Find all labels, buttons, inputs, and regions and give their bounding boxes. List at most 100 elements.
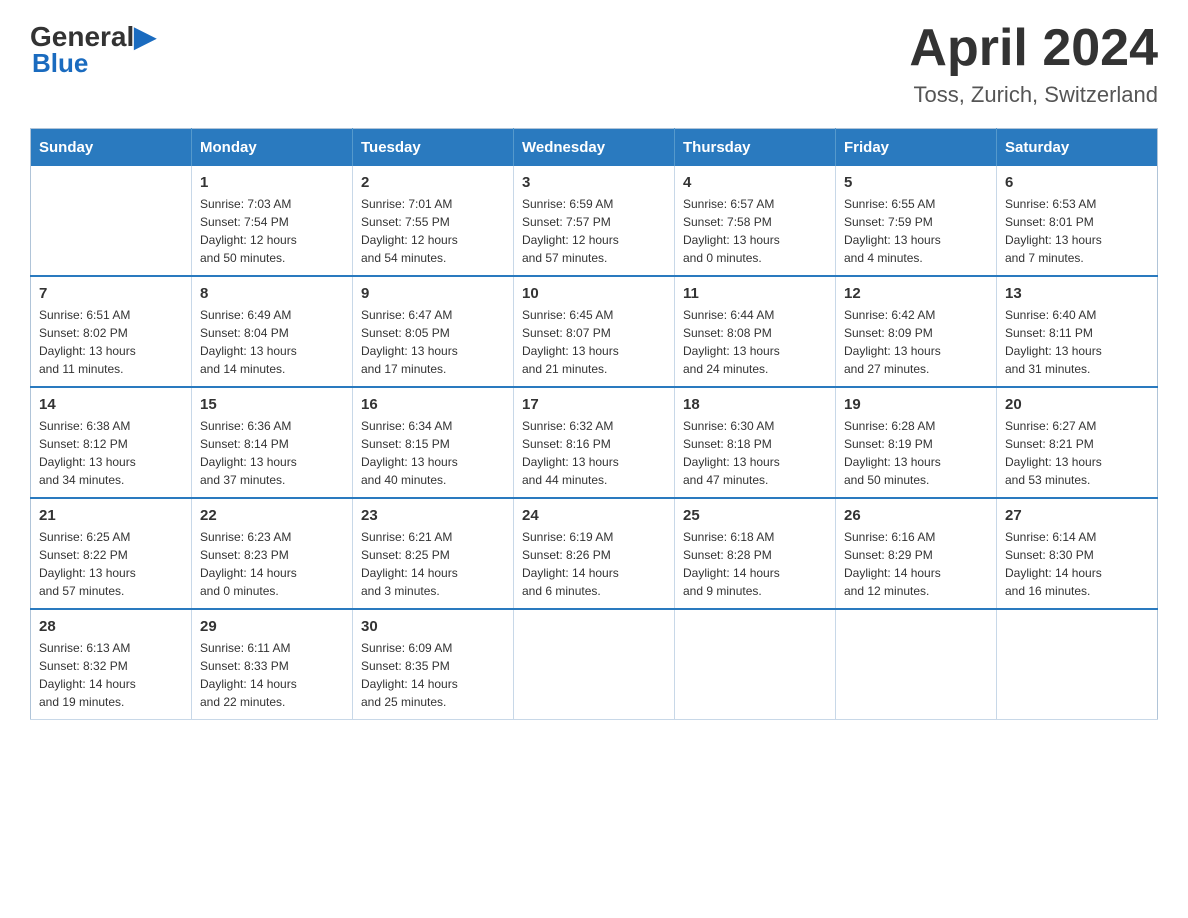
calendar-week-row: 21Sunrise: 6:25 AM Sunset: 8:22 PM Dayli… — [31, 498, 1158, 609]
day-of-week-header: Tuesday — [353, 129, 514, 167]
month-year-title: April 2024 — [909, 20, 1158, 77]
logo-subtitle: Blue — [32, 48, 88, 79]
day-number: 20 — [1005, 396, 1149, 413]
calendar-week-row: 28 Sunrise: 6:13 AM Sunset: 8:32 PM Dayli… — [31, 609, 1158, 720]
day-info: Sunrise: 6:32 AM Sunset: 8:16 PM Dayligh… — [522, 417, 666, 489]
calendar-day-cell: 10Sunrise: 6:45 AM Sunset: 8:07 PM Dayli… — [514, 276, 675, 387]
calendar-day-cell: 8Sunrise: 6:49 AM Sunset: 8:04 PM Daylig… — [192, 276, 353, 387]
day-info: Sunrise: 6:51 AM Sunset: 8:02 PM Dayligh… — [39, 306, 183, 378]
calendar-header: SundayMondayTuesdayWednesdayThursdayFrid… — [31, 129, 1158, 167]
day-of-week-header: Saturday — [997, 129, 1158, 167]
calendar-day-cell: 20Sunrise: 6:27 AM Sunset: 8:21 PM Dayli… — [997, 387, 1158, 498]
day-info: Sunrise: 6:47 AM Sunset: 8:05 PM Dayligh… — [361, 306, 505, 378]
day-number: 9 — [361, 285, 505, 302]
day-number: 23 — [361, 507, 505, 524]
calendar-day-cell: 1 Sunrise: 7:03 AM Sunset: 7:54 PM Daylig… — [192, 166, 353, 276]
day-number: 21 — [39, 507, 183, 524]
day-info: Sunrise: 6:44 AM Sunset: 8:08 PM Dayligh… — [683, 306, 827, 378]
calendar-day-cell: 21Sunrise: 6:25 AM Sunset: 8:22 PM Dayli… — [31, 498, 192, 609]
day-info: Sunrise: 6:55 AM Sunset: 7:59 PM Dayligh… — [844, 195, 988, 267]
day-number: 4 — [683, 174, 827, 191]
calendar-day-cell: 26 Sunrise: 6:16 AM Sunset: 8:29 PM Dayli… — [836, 498, 997, 609]
day-number: 25 — [683, 507, 827, 524]
day-info: Sunrise: 6:53 AM Sunset: 8:01 PM Dayligh… — [1005, 195, 1149, 267]
day-info: Sunrise: 6:21 AM Sunset: 8:25 PM Dayligh… — [361, 528, 505, 600]
day-info: Sunrise: 6:45 AM Sunset: 8:07 PM Dayligh… — [522, 306, 666, 378]
calendar-week-row: 14 Sunrise: 6:38 AM Sunset: 8:12 PM Dayli… — [31, 387, 1158, 498]
day-info: Sunrise: 6:49 AM Sunset: 8:04 PM Dayligh… — [200, 306, 344, 378]
day-number: 24 — [522, 507, 666, 524]
calendar-day-cell: 13 Sunrise: 6:40 AM Sunset: 8:11 PM Dayli… — [997, 276, 1158, 387]
day-info: Sunrise: 6:11 AM Sunset: 8:33 PM Dayligh… — [200, 639, 344, 711]
calendar-day-cell: 4 Sunrise: 6:57 AM Sunset: 7:58 PM Daylig… — [675, 166, 836, 276]
day-info: Sunrise: 6:38 AM Sunset: 8:12 PM Dayligh… — [39, 417, 183, 489]
calendar-day-cell: 11 Sunrise: 6:44 AM Sunset: 8:08 PM Dayli… — [675, 276, 836, 387]
page-header: General▶ Blue April 2024 Toss, Zurich, S… — [30, 20, 1158, 108]
day-number: 5 — [844, 174, 988, 191]
day-info: Sunrise: 6:36 AM Sunset: 8:14 PM Dayligh… — [200, 417, 344, 489]
day-info: Sunrise: 7:03 AM Sunset: 7:54 PM Dayligh… — [200, 195, 344, 267]
calendar-day-cell: 22 Sunrise: 6:23 AM Sunset: 8:23 PM Dayli… — [192, 498, 353, 609]
day-number: 14 — [39, 396, 183, 413]
days-of-week-row: SundayMondayTuesdayWednesdayThursdayFrid… — [31, 129, 1158, 167]
calendar-day-cell: 27Sunrise: 6:14 AM Sunset: 8:30 PM Dayli… — [997, 498, 1158, 609]
logo-blue-text: ▶ — [134, 20, 156, 53]
calendar-day-cell — [31, 166, 192, 276]
day-info: Sunrise: 6:23 AM Sunset: 8:23 PM Dayligh… — [200, 528, 344, 600]
day-number: 18 — [683, 396, 827, 413]
day-number: 6 — [1005, 174, 1149, 191]
calendar-day-cell: 2 Sunrise: 7:01 AM Sunset: 7:55 PM Daylig… — [353, 166, 514, 276]
calendar-week-row: 7Sunrise: 6:51 AM Sunset: 8:02 PM Daylig… — [31, 276, 1158, 387]
day-info: Sunrise: 6:09 AM Sunset: 8:35 PM Dayligh… — [361, 639, 505, 711]
calendar-day-cell: 28 Sunrise: 6:13 AM Sunset: 8:32 PM Dayli… — [31, 609, 192, 720]
day-of-week-header: Thursday — [675, 129, 836, 167]
day-number: 16 — [361, 396, 505, 413]
calendar-day-cell: 29 Sunrise: 6:11 AM Sunset: 8:33 PM Dayli… — [192, 609, 353, 720]
day-of-week-header: Friday — [836, 129, 997, 167]
day-info: Sunrise: 6:18 AM Sunset: 8:28 PM Dayligh… — [683, 528, 827, 600]
calendar-day-cell: 24 Sunrise: 6:19 AM Sunset: 8:26 PM Dayli… — [514, 498, 675, 609]
calendar-day-cell — [836, 609, 997, 720]
day-number: 29 — [200, 618, 344, 635]
calendar-day-cell: 30 Sunrise: 6:09 AM Sunset: 8:35 PM Dayli… — [353, 609, 514, 720]
day-number: 1 — [200, 174, 344, 191]
calendar-day-cell: 5 Sunrise: 6:55 AM Sunset: 7:59 PM Daylig… — [836, 166, 997, 276]
calendar-day-cell: 9 Sunrise: 6:47 AM Sunset: 8:05 PM Daylig… — [353, 276, 514, 387]
calendar-day-cell: 6 Sunrise: 6:53 AM Sunset: 8:01 PM Daylig… — [997, 166, 1158, 276]
day-info: Sunrise: 6:34 AM Sunset: 8:15 PM Dayligh… — [361, 417, 505, 489]
calendar-day-cell: 25 Sunrise: 6:18 AM Sunset: 8:28 PM Dayli… — [675, 498, 836, 609]
day-info: Sunrise: 6:19 AM Sunset: 8:26 PM Dayligh… — [522, 528, 666, 600]
day-number: 17 — [522, 396, 666, 413]
calendar-day-cell: 15Sunrise: 6:36 AM Sunset: 8:14 PM Dayli… — [192, 387, 353, 498]
day-number: 26 — [844, 507, 988, 524]
calendar-day-cell — [675, 609, 836, 720]
location-title: Toss, Zurich, Switzerland — [909, 82, 1158, 108]
day-number: 13 — [1005, 285, 1149, 302]
calendar-day-cell: 19 Sunrise: 6:28 AM Sunset: 8:19 PM Dayli… — [836, 387, 997, 498]
calendar-day-cell: 18Sunrise: 6:30 AM Sunset: 8:18 PM Dayli… — [675, 387, 836, 498]
calendar-day-cell: 3Sunrise: 6:59 AM Sunset: 7:57 PM Daylig… — [514, 166, 675, 276]
day-number: 28 — [39, 618, 183, 635]
calendar-day-cell — [997, 609, 1158, 720]
day-number: 11 — [683, 285, 827, 302]
day-number: 19 — [844, 396, 988, 413]
day-info: Sunrise: 6:57 AM Sunset: 7:58 PM Dayligh… — [683, 195, 827, 267]
day-info: Sunrise: 6:40 AM Sunset: 8:11 PM Dayligh… — [1005, 306, 1149, 378]
calendar-body: 1 Sunrise: 7:03 AM Sunset: 7:54 PM Daylig… — [31, 166, 1158, 720]
day-number: 12 — [844, 285, 988, 302]
day-number: 2 — [361, 174, 505, 191]
day-of-week-header: Monday — [192, 129, 353, 167]
day-info: Sunrise: 7:01 AM Sunset: 7:55 PM Dayligh… — [361, 195, 505, 267]
calendar-day-cell — [514, 609, 675, 720]
title-block: April 2024 Toss, Zurich, Switzerland — [909, 20, 1158, 108]
calendar-day-cell: 7Sunrise: 6:51 AM Sunset: 8:02 PM Daylig… — [31, 276, 192, 387]
day-info: Sunrise: 6:13 AM Sunset: 8:32 PM Dayligh… — [39, 639, 183, 711]
calendar-table: SundayMondayTuesdayWednesdayThursdayFrid… — [30, 128, 1158, 720]
day-number: 30 — [361, 618, 505, 635]
logo: General▶ Blue — [30, 20, 156, 79]
day-number: 22 — [200, 507, 344, 524]
calendar-day-cell: 16 Sunrise: 6:34 AM Sunset: 8:15 PM Dayli… — [353, 387, 514, 498]
calendar-day-cell: 12Sunrise: 6:42 AM Sunset: 8:09 PM Dayli… — [836, 276, 997, 387]
day-info: Sunrise: 6:16 AM Sunset: 8:29 PM Dayligh… — [844, 528, 988, 600]
day-info: Sunrise: 6:28 AM Sunset: 8:19 PM Dayligh… — [844, 417, 988, 489]
